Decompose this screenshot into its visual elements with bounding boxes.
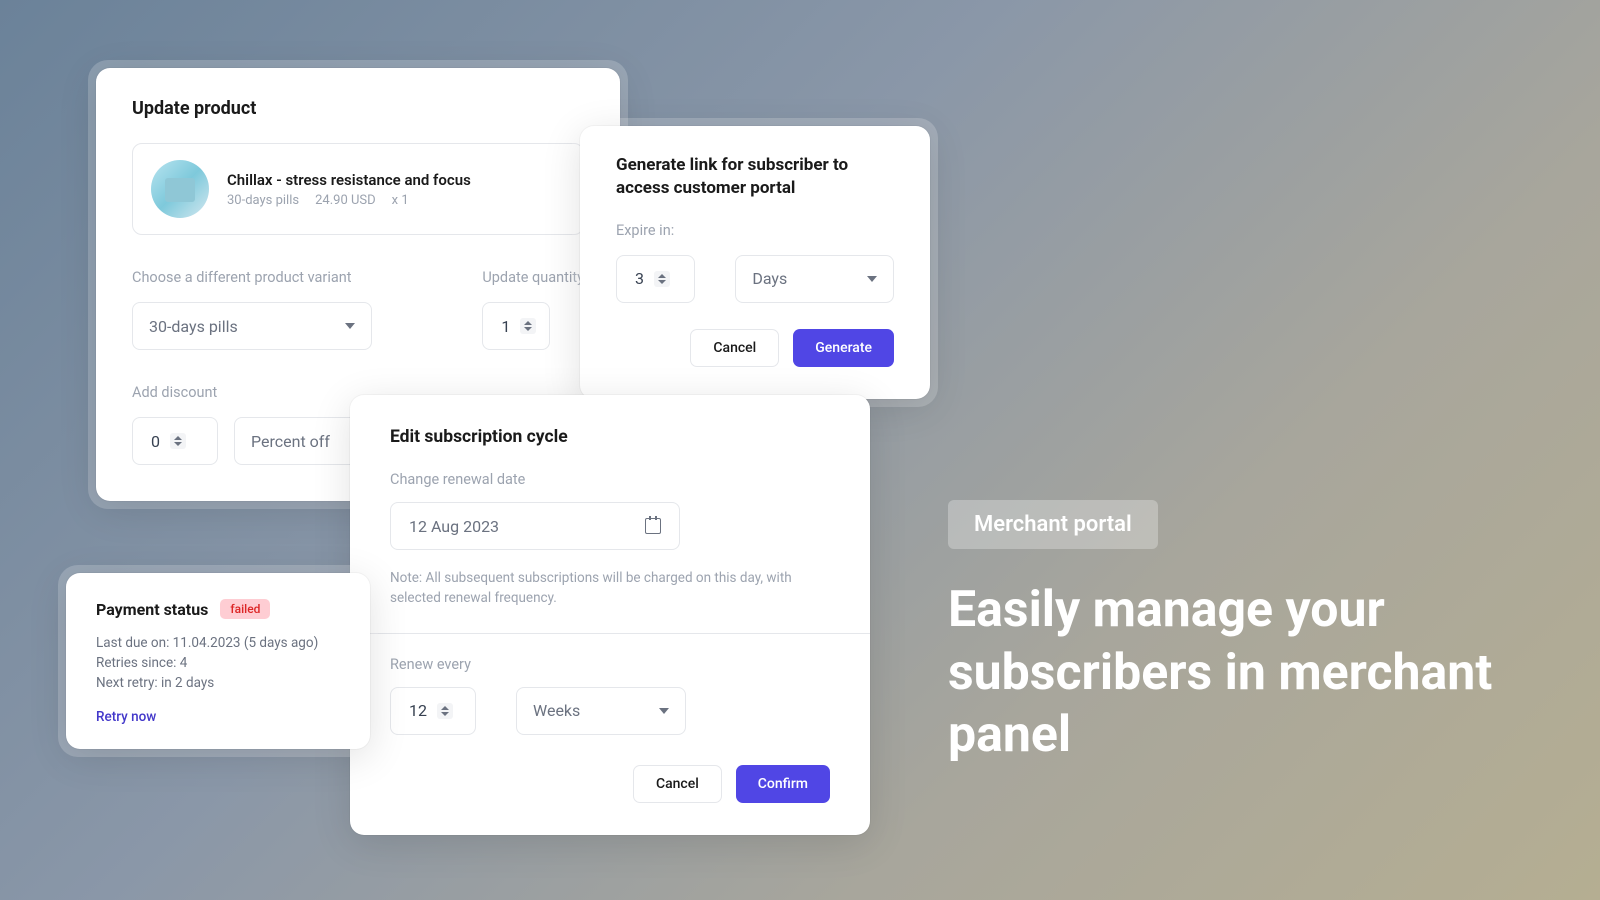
edit-subscription-card: Edit subscription cycle Change renewal d… <box>350 395 870 835</box>
cancel-button[interactable]: Cancel <box>690 329 779 367</box>
payment-status-frame: Payment status failed Last due on: 11.04… <box>58 565 378 757</box>
change-date-label: Change renewal date <box>390 471 830 488</box>
stepper-icon <box>520 318 536 334</box>
renew-value-stepper[interactable]: 12 <box>390 687 476 735</box>
product-qty-meta: x 1 <box>392 193 409 208</box>
confirm-button[interactable]: Confirm <box>736 765 830 803</box>
expire-value: 3 <box>635 269 644 288</box>
status-badge: failed <box>220 599 270 619</box>
edit-subscription-title: Edit subscription cycle <box>390 427 830 447</box>
variant-value: 30-days pills <box>149 317 238 336</box>
retry-now-link[interactable]: Retry now <box>96 709 156 725</box>
divider <box>350 633 870 634</box>
stepper-icon <box>170 433 186 449</box>
renew-value: 12 <box>409 701 427 720</box>
expire-unit: Days <box>752 269 787 288</box>
renew-every-label: Renew every <box>390 656 830 673</box>
expire-label: Expire in: <box>616 222 894 239</box>
expire-value-stepper[interactable]: 3 <box>616 255 695 303</box>
quantity-label: Update quantity <box>482 269 584 286</box>
generate-link-card: Generate link for subscriber to access c… <box>580 126 930 399</box>
discount-value-stepper[interactable]: 0 <box>132 417 218 465</box>
product-row: Chillax - stress resistance and focus 30… <box>132 143 584 235</box>
payment-status-card: Payment status failed Last due on: 11.04… <box>66 573 370 749</box>
last-due-line: Last due on: 11.04.2023 (5 days ago) <box>96 635 340 651</box>
cancel-button[interactable]: Cancel <box>633 765 722 803</box>
update-product-title: Update product <box>132 98 584 119</box>
payment-status-title: Payment status <box>96 600 208 619</box>
discount-value: 0 <box>151 432 160 451</box>
marketing-headline: Easily manage your subscribers in mercha… <box>948 579 1508 767</box>
calendar-icon <box>645 518 661 534</box>
marketing-block: Merchant portal Easily manage your subsc… <box>948 500 1508 767</box>
stepper-icon <box>437 703 453 719</box>
quantity-value: 1 <box>501 317 510 336</box>
variant-select[interactable]: 30-days pills <box>132 302 372 350</box>
renewal-date-input[interactable]: 12 Aug 2023 <box>390 502 680 550</box>
expire-unit-select[interactable]: Days <box>735 255 894 303</box>
renewal-note: Note: All subsequent subscriptions will … <box>390 568 830 609</box>
marketing-pill: Merchant portal <box>948 500 1158 549</box>
product-name: Chillax - stress resistance and focus <box>227 171 471 189</box>
next-retry-line: Next retry: in 2 days <box>96 675 340 691</box>
product-meta: 30-days pills 24.90 USD x 1 <box>227 193 471 208</box>
product-price-meta: 24.90 USD <box>315 193 376 208</box>
retries-since-line: Retries since: 4 <box>96 655 340 671</box>
generate-link-title: Generate link for subscriber to access c… <box>616 154 894 200</box>
variant-label: Choose a different product variant <box>132 269 422 286</box>
chevron-down-icon <box>867 276 877 282</box>
renew-unit-select[interactable]: Weeks <box>516 687 686 735</box>
discount-type: Percent off <box>251 432 330 451</box>
renewal-date-value: 12 Aug 2023 <box>409 517 499 536</box>
renew-unit: Weeks <box>533 701 580 720</box>
product-image <box>151 160 209 218</box>
quantity-stepper[interactable]: 1 <box>482 302 550 350</box>
generate-button[interactable]: Generate <box>793 329 894 367</box>
generate-link-frame: Generate link for subscriber to access c… <box>572 118 938 407</box>
product-variant-meta: 30-days pills <box>227 193 299 208</box>
chevron-down-icon <box>345 323 355 329</box>
chevron-down-icon <box>659 708 669 714</box>
stepper-icon <box>654 271 670 287</box>
